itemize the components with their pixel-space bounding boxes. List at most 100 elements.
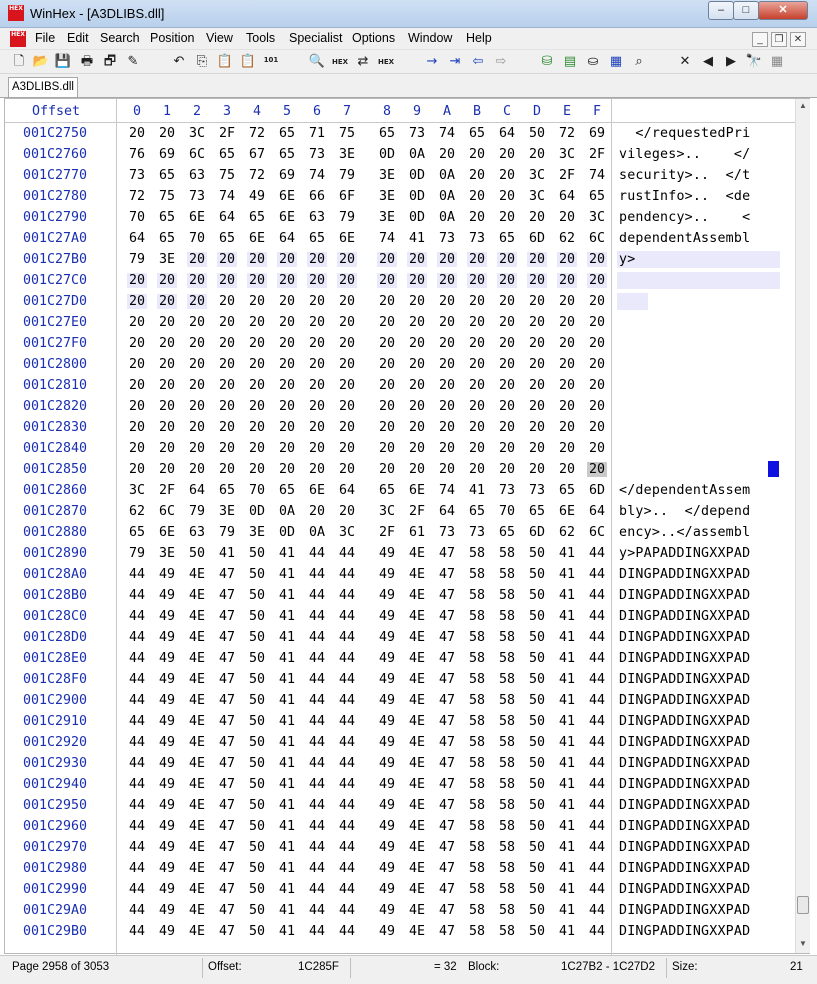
print-icon[interactable]: 🖶 [78,53,96,71]
hex-byte[interactable]: 50 [247,756,267,771]
hex-byte[interactable]: 49 [157,798,177,813]
hex-byte[interactable]: 47 [437,840,457,855]
hex-byte[interactable]: 20 [557,273,577,288]
hex-byte[interactable]: 20 [497,210,517,225]
hex-byte[interactable]: 47 [437,924,457,939]
hex-byte[interactable]: 20 [377,336,397,351]
hex-byte[interactable]: 47 [437,714,457,729]
hex-byte[interactable]: 73 [407,126,427,141]
hex-byte[interactable]: 20 [337,273,357,288]
hex-byte[interactable]: 64 [127,231,147,246]
hex-byte[interactable]: 20 [527,210,547,225]
replace-text-icon[interactable]: ⇄ [354,53,372,71]
hex-byte[interactable]: 20 [407,315,427,330]
hex-byte[interactable]: 3E [217,504,237,519]
hex-byte[interactable]: 41 [557,861,577,876]
hex-byte[interactable]: 65 [497,525,517,540]
menu-window[interactable]: Window [408,31,452,45]
hex-byte[interactable]: 58 [497,756,517,771]
hex-byte[interactable]: 58 [497,651,517,666]
scroll-down-arrow-icon[interactable]: ▼ [796,937,810,951]
hex-byte[interactable]: 20 [157,315,177,330]
hex-byte[interactable]: 20 [587,441,607,456]
hex-byte[interactable]: 58 [467,903,487,918]
hex-byte[interactable]: 44 [337,735,357,750]
hex-byte[interactable]: 20 [187,273,207,288]
hex-byte[interactable]: 0D [407,210,427,225]
hex-byte[interactable]: 50 [247,630,267,645]
hex-byte[interactable]: 20 [437,147,457,162]
hex-byte[interactable]: 41 [277,630,297,645]
hex-byte[interactable]: 79 [337,210,357,225]
hex-byte[interactable]: 74 [377,231,397,246]
hex-byte[interactable]: 20 [377,252,397,267]
hex-byte[interactable]: 58 [467,924,487,939]
hex-byte[interactable]: 6D [527,231,547,246]
hex-byte[interactable]: 44 [337,756,357,771]
next-icon[interactable]: ▶ [722,53,740,71]
hex-byte[interactable]: 73 [187,189,207,204]
hex-byte[interactable]: 50 [247,609,267,624]
hex-byte[interactable]: 71 [307,126,327,141]
hex-byte[interactable]: 58 [497,693,517,708]
hex-byte[interactable]: 50 [527,567,547,582]
hex-byte[interactable]: 20 [437,336,457,351]
hex-byte[interactable]: 44 [127,609,147,624]
hex-byte[interactable]: 44 [337,903,357,918]
hex-byte[interactable]: 4E [187,819,207,834]
hex-byte[interactable]: 69 [587,126,607,141]
hex-byte[interactable]: 49 [377,882,397,897]
hex-byte[interactable]: 20 [407,294,427,309]
hex-byte[interactable]: 2F [407,504,427,519]
hex-byte[interactable]: 73 [437,525,457,540]
hex-byte[interactable]: 44 [587,651,607,666]
open-file-icon[interactable]: 📂 [32,53,50,71]
binary-icon[interactable]: 101 [262,56,280,74]
hex-byte[interactable]: 4E [407,819,427,834]
hex-byte[interactable]: 20 [437,357,457,372]
hex-byte[interactable]: 44 [337,840,357,855]
hex-byte[interactable]: 20 [187,294,207,309]
hex-byte[interactable]: 44 [127,924,147,939]
hex-byte[interactable]: 20 [407,378,427,393]
document-minimize-button[interactable]: _ [752,32,768,47]
ascii-text[interactable]: </dependentAssem [619,483,750,498]
ascii-text[interactable]: DINGPADDINGXXPAD [619,588,750,603]
hex-byte[interactable]: 44 [587,609,607,624]
hex-byte[interactable]: 44 [307,630,327,645]
hex-byte[interactable]: 20 [247,252,267,267]
hex-byte[interactable]: 20 [307,273,327,288]
menu-search[interactable]: Search [100,31,140,45]
hex-byte[interactable]: 49 [377,567,397,582]
hex-byte[interactable]: 65 [277,126,297,141]
hex-byte[interactable]: 20 [377,441,397,456]
hex-byte[interactable]: 20 [497,378,517,393]
hex-byte[interactable]: 0D [407,168,427,183]
hex-byte[interactable]: 50 [247,819,267,834]
ascii-text[interactable]: y>PAPADDINGXXPAD [619,546,750,561]
hex-byte[interactable]: 76 [127,147,147,162]
hex-byte[interactable]: 47 [437,777,457,792]
hex-byte[interactable]: 20 [217,336,237,351]
hex-byte[interactable]: 70 [187,231,207,246]
hex-byte[interactable]: 20 [307,315,327,330]
hex-byte[interactable]: 44 [127,693,147,708]
hex-byte[interactable]: 41 [557,777,577,792]
hex-byte[interactable]: 6D [587,483,607,498]
hex-byte[interactable]: 20 [437,441,457,456]
hex-byte[interactable]: 6E [157,525,177,540]
hex-byte[interactable]: 49 [377,756,397,771]
hex-byte[interactable]: 20 [587,378,607,393]
hex-byte[interactable]: 64 [217,210,237,225]
hex-byte[interactable]: 47 [437,861,457,876]
hex-byte[interactable]: 65 [527,504,547,519]
hex-byte[interactable]: 58 [497,777,517,792]
hex-byte[interactable]: 20 [247,441,267,456]
hex-byte[interactable]: 64 [587,504,607,519]
hex-byte[interactable]: 20 [497,462,517,477]
hex-byte[interactable]: 63 [307,210,327,225]
hex-byte[interactable]: 20 [337,441,357,456]
hex-byte[interactable]: 47 [217,777,237,792]
hex-byte[interactable]: 41 [557,651,577,666]
hex-byte[interactable]: 65 [217,483,237,498]
